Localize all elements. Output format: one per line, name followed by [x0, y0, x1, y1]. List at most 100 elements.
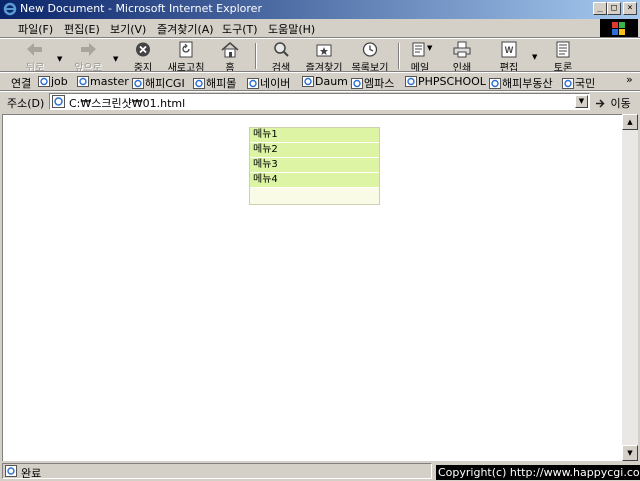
- links-more-icon[interactable]: »: [626, 73, 633, 86]
- ie-page-icon: [302, 76, 314, 87]
- ie-page-icon: [247, 78, 259, 89]
- scroll-down-icon[interactable]: ▼: [622, 445, 638, 461]
- menu-table: 메뉴1 메뉴2 메뉴3 메뉴4: [249, 127, 380, 205]
- copyright-watermark: Copyright(c) http://www.happycgi.com: [436, 465, 640, 480]
- windows-logo-icon: [612, 22, 625, 35]
- search-icon: [274, 42, 289, 57]
- ie-logo-icon: [3, 2, 17, 16]
- back-button[interactable]: 뒤로: [20, 41, 50, 74]
- link-label: Daum: [315, 75, 348, 88]
- ie-page-icon: [193, 78, 205, 89]
- stop-icon: [136, 42, 150, 57]
- toolbar-separator: [398, 43, 400, 69]
- link-label: PHPSCHOOL: [418, 75, 486, 88]
- link-label: master: [90, 75, 129, 88]
- menu-help[interactable]: 도움말(H): [268, 21, 315, 37]
- print-button[interactable]: 인쇄: [447, 41, 477, 74]
- discuss-icon: [556, 41, 570, 58]
- link-label: 네이버: [260, 77, 291, 90]
- link-label: 해피몰: [206, 77, 237, 90]
- edit-word-icon: W: [501, 41, 517, 58]
- link-master[interactable]: master: [77, 75, 129, 88]
- forward-button[interactable]: 앞으로: [68, 41, 108, 74]
- link-job[interactable]: job: [38, 75, 68, 88]
- ie-page-icon: [132, 78, 144, 89]
- refresh-button[interactable]: 새로고침: [164, 41, 208, 74]
- ie-page-icon: [5, 465, 17, 477]
- link-daum[interactable]: Daum: [302, 75, 348, 88]
- ie-page-icon: [489, 78, 501, 89]
- back-dropdown-icon[interactable]: ▼: [57, 55, 62, 63]
- close-button[interactable]: ×: [623, 2, 637, 15]
- refresh-icon: [179, 41, 193, 58]
- link-naver[interactable]: 네이버: [247, 75, 290, 91]
- edit-button[interactable]: W 편집: [494, 41, 524, 74]
- favorites-folder-icon: [316, 44, 332, 57]
- edit-dropdown-icon[interactable]: ▼: [532, 53, 537, 61]
- link-label: job: [51, 75, 68, 88]
- link-label: 해피부동산: [502, 77, 553, 90]
- ie-page-icon: [405, 76, 417, 87]
- discuss-button[interactable]: 토론: [548, 41, 578, 74]
- address-input[interactable]: C:₩스크린샷₩01.html ▼: [49, 93, 590, 110]
- menu-item-2[interactable]: 메뉴2: [250, 143, 379, 158]
- link-label: 국민: [575, 77, 596, 90]
- status-panel: 완료: [2, 463, 432, 480]
- link-phpschool[interactable]: PHPSCHOOL: [405, 75, 486, 88]
- scroll-up-icon[interactable]: ▲: [622, 114, 638, 130]
- menu-file[interactable]: 파일(F): [18, 21, 53, 37]
- menu-view[interactable]: 보기(V): [110, 21, 146, 37]
- stop-button[interactable]: 중지: [128, 41, 158, 74]
- forward-arrow-icon: [81, 43, 96, 56]
- menu-item-3[interactable]: 메뉴3: [250, 158, 379, 173]
- menu-item-1[interactable]: 메뉴1: [250, 128, 379, 143]
- toolbar-separator: [255, 43, 257, 69]
- menu-tools[interactable]: 도구(T): [222, 21, 258, 37]
- address-dropdown-icon[interactable]: ▼: [575, 95, 588, 108]
- vertical-scrollbar[interactable]: ▲ ▼: [622, 114, 638, 461]
- ie-page-icon: [38, 76, 50, 87]
- home-icon: [221, 42, 239, 58]
- ie-page-icon: [562, 78, 574, 89]
- link-label: 엠파스: [364, 77, 395, 90]
- back-arrow-icon: [27, 43, 42, 56]
- title-bar: New Document - Microsoft Internet Explor…: [0, 0, 640, 19]
- address-value: C:₩스크린샷₩01.html: [69, 97, 186, 110]
- window-title: New Document - Microsoft Internet Explor…: [20, 2, 262, 15]
- link-label: 해피CGI: [145, 77, 185, 90]
- link-empas[interactable]: 엠파스: [351, 75, 394, 91]
- history-button[interactable]: 목록보기: [349, 41, 391, 74]
- mail-dropdown-icon[interactable]: ▼: [427, 44, 432, 52]
- go-button[interactable]: 이동: [595, 95, 631, 111]
- address-label: 주소(D): [7, 97, 45, 110]
- page-viewport: 메뉴1 메뉴2 메뉴3 메뉴4: [2, 114, 622, 461]
- ie-page-icon: [77, 76, 89, 87]
- status-text: 완료: [21, 467, 42, 480]
- ie-page-icon: [351, 78, 363, 89]
- print-icon: [453, 41, 471, 58]
- menu-edit[interactable]: 편집(E): [64, 21, 100, 37]
- history-icon: [362, 42, 378, 57]
- minimize-button[interactable]: _: [593, 2, 607, 15]
- ie-page-icon: [52, 95, 65, 108]
- svg-text:W: W: [505, 45, 514, 55]
- menu-favorites[interactable]: 즐겨찾기(A): [157, 21, 214, 37]
- standard-toolbar: 뒤로 ▼ 앞으로 ▼ 중지 새로고침 홈 검색 즐겨찾기 목록보기 메일 ▼ 인…: [0, 39, 640, 74]
- go-label: 이동: [610, 97, 631, 110]
- menu-blank-row: [250, 188, 379, 204]
- links-bar: 연결 job master 해피CGI 해피몰 네이버 Daum 엠파스 PHP…: [0, 73, 640, 91]
- link-happy-realestate[interactable]: 해피부동산: [489, 75, 553, 91]
- link-kookmin[interactable]: 국민: [562, 75, 595, 91]
- link-happymall[interactable]: 해피몰: [193, 75, 236, 91]
- menu-bar: 파일(F) 편집(E) 보기(V) 즐겨찾기(A) 도구(T) 도움말(H): [0, 19, 640, 37]
- forward-dropdown-icon[interactable]: ▼: [113, 55, 118, 63]
- home-button[interactable]: 홈: [217, 41, 243, 74]
- link-happycgi[interactable]: 해피CGI: [132, 75, 185, 91]
- menu-item-4[interactable]: 메뉴4: [250, 173, 379, 188]
- activity-throbber: [600, 19, 638, 38]
- address-bar: 주소(D) C:₩스크린샷₩01.html ▼ 이동: [0, 92, 640, 111]
- links-label: 연결: [11, 77, 32, 90]
- maximize-button[interactable]: □: [607, 2, 621, 15]
- search-button[interactable]: 검색: [266, 41, 296, 74]
- favorites-button[interactable]: 즐겨찾기: [303, 41, 345, 74]
